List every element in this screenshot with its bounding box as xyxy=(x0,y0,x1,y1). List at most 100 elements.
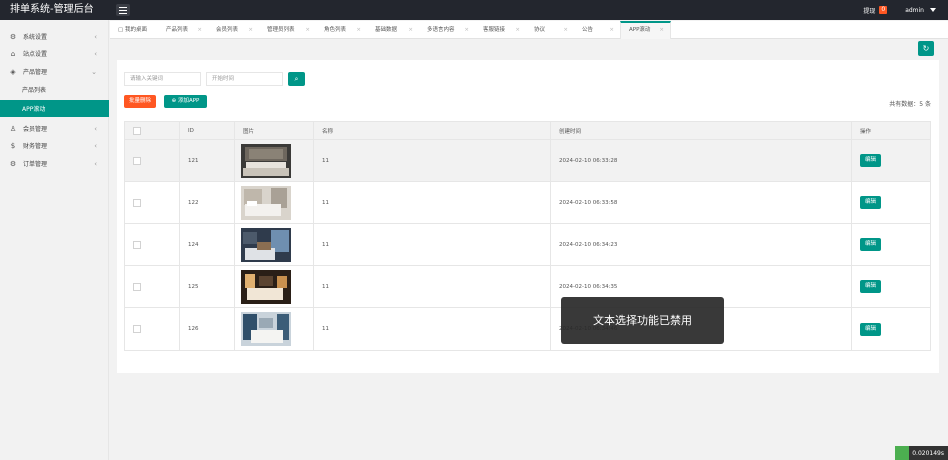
tab-product-list[interactable]: 产品列表 × xyxy=(158,21,208,39)
refresh-button[interactable]: ↻ xyxy=(918,41,934,56)
table-row: 126 11 2024-02-10 06:34:46 编辑 xyxy=(125,308,930,350)
close-icon[interactable]: × xyxy=(305,21,310,39)
column-header-image: 图片 xyxy=(235,122,314,139)
user-icon: ♙ xyxy=(9,124,17,133)
row-name: 11 xyxy=(314,182,551,223)
edit-button[interactable]: 编辑 xyxy=(860,280,882,293)
sidebar: ⚙ 系统设置 ‹ ⌂ 站点设置 ‹ ◈ 产品管理 ⌄ 产品列表 APP滚动 ♙ … xyxy=(0,20,109,460)
hotel-room-image xyxy=(241,143,291,178)
row-created: 2024-02-10 06:33:58 xyxy=(551,182,852,223)
close-icon[interactable]: × xyxy=(248,21,253,39)
content-panel: 请输入关键词 开始时间 ⌕ 批量删除 ⊕ 添加APP 共有数据：5 条 ID 图… xyxy=(117,60,939,373)
tab-bar: ▢ 我的桌面 产品列表 × 会员列表 × 管理员列表 × 角色列表 × 基础数据 × 多语… xyxy=(110,21,948,39)
home-icon: ⌂ xyxy=(10,49,16,58)
sidebar-item-order-management[interactable]: ⚙ 订单管理 ‹ xyxy=(0,155,109,172)
page-timer: 0.020149s xyxy=(895,446,948,460)
menu-toggle-button[interactable] xyxy=(116,4,130,16)
table-row: 124 11 2024-02-10 06:34:23 编辑 xyxy=(125,224,930,266)
debug-logo-icon xyxy=(895,446,910,460)
start-date-input[interactable]: 开始时间 xyxy=(206,72,283,86)
sidebar-item-product-list[interactable]: 产品列表 xyxy=(0,81,109,98)
sidebar-item-member-management[interactable]: ♙ 会员管理 ‹ xyxy=(0,120,109,137)
keyword-input[interactable]: 请输入关键词 xyxy=(124,72,201,86)
tab-notice[interactable]: 公告 × xyxy=(574,21,620,39)
tab-multilang[interactable]: 多语言内容 × xyxy=(419,21,475,39)
sidebar-item-finance-management[interactable]: $ 财务管理 ‹ xyxy=(0,137,109,154)
close-icon[interactable]: × xyxy=(464,21,469,39)
tab-member-list[interactable]: 会员列表 × xyxy=(208,21,259,39)
close-icon[interactable]: × xyxy=(408,21,413,39)
home-icon: ▢ xyxy=(118,27,125,33)
sidebar-item-label: 产品管理 xyxy=(23,69,48,76)
refresh-icon: ↻ xyxy=(922,44,930,53)
hotel-room-image xyxy=(241,269,291,304)
tab-service-link[interactable]: 客服链接 × xyxy=(475,21,526,39)
sidebar-item-app-scroll[interactable]: APP滚动 xyxy=(0,100,109,117)
table-row: 125 11 2024-02-10 06:34:35 编辑 xyxy=(125,266,930,308)
row-id: 124 xyxy=(180,224,235,265)
batch-delete-button[interactable]: 批量删除 xyxy=(124,95,156,108)
edit-button[interactable]: 编辑 xyxy=(860,196,882,209)
tab-role-list[interactable]: 角色列表 × xyxy=(316,21,367,39)
close-icon[interactable]: × xyxy=(515,21,520,39)
hotel-room-image xyxy=(241,227,291,262)
sidebar-item-label: 订单管理 xyxy=(23,161,48,168)
row-name: 11 xyxy=(314,224,551,265)
box-icon: ◈ xyxy=(10,67,16,76)
tab-my-desktop[interactable]: ▢ 我的桌面 xyxy=(110,21,158,39)
chevron-left-icon: ‹ xyxy=(94,159,97,168)
add-app-button[interactable]: ⊕ 添加APP xyxy=(164,95,207,108)
search-button[interactable]: ⌕ xyxy=(288,72,305,86)
close-icon[interactable]: × xyxy=(197,21,202,39)
sidebar-item-label: 站点设置 xyxy=(23,51,48,58)
sidebar-item-label: 财务管理 xyxy=(23,143,48,150)
row-name: 11 xyxy=(314,266,551,307)
sidebar-item-site-settings[interactable]: ⌂ 站点设置 ‹ xyxy=(0,45,109,62)
row-checkbox[interactable] xyxy=(133,282,141,291)
user-menu[interactable]: admin xyxy=(905,7,924,14)
gear-icon: ⚙ xyxy=(9,159,17,168)
table-row: 121 11 2024-02-10 06:33:28 编辑 xyxy=(125,140,930,182)
column-header-action: 操作 xyxy=(860,128,872,135)
close-icon[interactable]: × xyxy=(356,21,361,39)
row-checkbox[interactable] xyxy=(133,240,141,249)
column-header-id: ID xyxy=(180,122,235,139)
edit-button[interactable]: 编辑 xyxy=(860,154,882,167)
row-id: 125 xyxy=(180,266,235,307)
tab-agreement[interactable]: 协议 × xyxy=(526,21,574,39)
table-row: 122 11 2024-02-10 06:33:58 编辑 xyxy=(125,182,930,224)
chevron-left-icon: ‹ xyxy=(94,124,97,133)
chevron-down-icon: ⌄ xyxy=(91,67,97,76)
close-icon[interactable]: × xyxy=(563,21,568,39)
sidebar-item-system-settings[interactable]: ⚙ 系统设置 ‹ xyxy=(0,28,109,45)
sidebar-item-product-management[interactable]: ◈ 产品管理 ⌄ xyxy=(0,63,109,80)
sidebar-item-label: 系统设置 xyxy=(23,34,48,41)
tab-admin-list[interactable]: 管理员列表 × xyxy=(259,21,316,39)
row-checkbox[interactable] xyxy=(133,156,141,165)
chevron-left-icon: ‹ xyxy=(94,49,97,58)
row-id: 122 xyxy=(180,182,235,223)
search-icon: ⌕ xyxy=(294,75,299,83)
row-name: 11 xyxy=(314,140,551,181)
top-bar: 排单系统-管理后台 提现 0 admin xyxy=(0,0,948,20)
column-header-name: 名称 xyxy=(314,122,551,139)
hamburger-icon xyxy=(119,7,127,8)
edit-button[interactable]: 编辑 xyxy=(860,238,882,251)
close-icon[interactable]: × xyxy=(659,23,664,38)
row-checkbox[interactable] xyxy=(133,325,141,333)
select-all-checkbox[interactable] xyxy=(133,126,141,135)
close-icon[interactable]: × xyxy=(609,21,614,39)
dollar-icon: $ xyxy=(10,141,16,150)
withdraw-link[interactable]: 提现 xyxy=(863,6,875,15)
row-checkbox[interactable] xyxy=(133,198,141,207)
edit-button[interactable]: 编辑 xyxy=(860,322,882,336)
total-count: 共有数据：5 条 xyxy=(889,101,931,108)
app-title: 排单系统-管理后台 xyxy=(10,4,94,15)
caret-down-icon[interactable] xyxy=(930,8,936,12)
row-created: 2024-02-10 06:34:23 xyxy=(551,224,852,265)
hotel-room-image xyxy=(241,185,291,220)
tab-app-scroll[interactable]: APP滚动 × xyxy=(620,21,671,39)
column-header-created: 创建时间 xyxy=(551,122,852,139)
tab-basic-data[interactable]: 基础数据 × xyxy=(367,21,419,39)
table-header-row: ID 图片 名称 创建时间 操作 xyxy=(125,122,930,140)
